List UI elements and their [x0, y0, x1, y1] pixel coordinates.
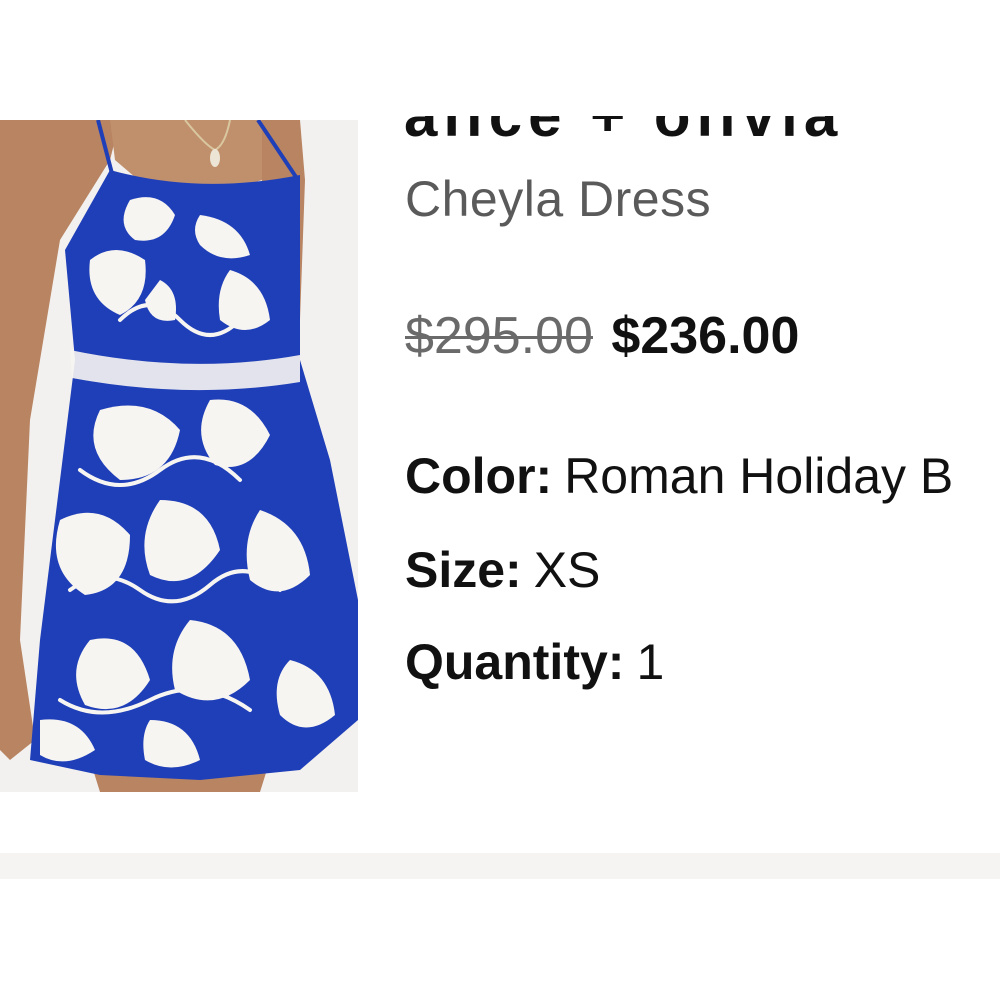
cart-item-page: alice + olivia Cheyla Dress $295.00 $236…: [0, 0, 1000, 1000]
color-detail: Color: Roman Holiday B: [405, 447, 953, 505]
original-price: $295.00: [405, 307, 593, 365]
product-name[interactable]: Cheyla Dress: [405, 170, 711, 228]
sale-price: $236.00: [611, 307, 800, 365]
quantity-value: 1: [636, 634, 665, 690]
color-label: Color:: [405, 448, 553, 504]
section-divider: [0, 853, 1000, 879]
quantity-detail: Quantity: 1: [405, 633, 664, 691]
color-value: Roman Holiday B: [564, 448, 954, 504]
size-detail: Size: XS: [405, 541, 600, 599]
size-label: Size:: [405, 542, 522, 598]
product-image[interactable]: [0, 120, 358, 792]
dress-photo: [0, 120, 358, 792]
price-row: $295.00 $236.00: [405, 306, 799, 366]
quantity-label: Quantity:: [405, 634, 625, 690]
top-overlay: [380, 0, 1000, 104]
size-value: XS: [533, 542, 601, 598]
